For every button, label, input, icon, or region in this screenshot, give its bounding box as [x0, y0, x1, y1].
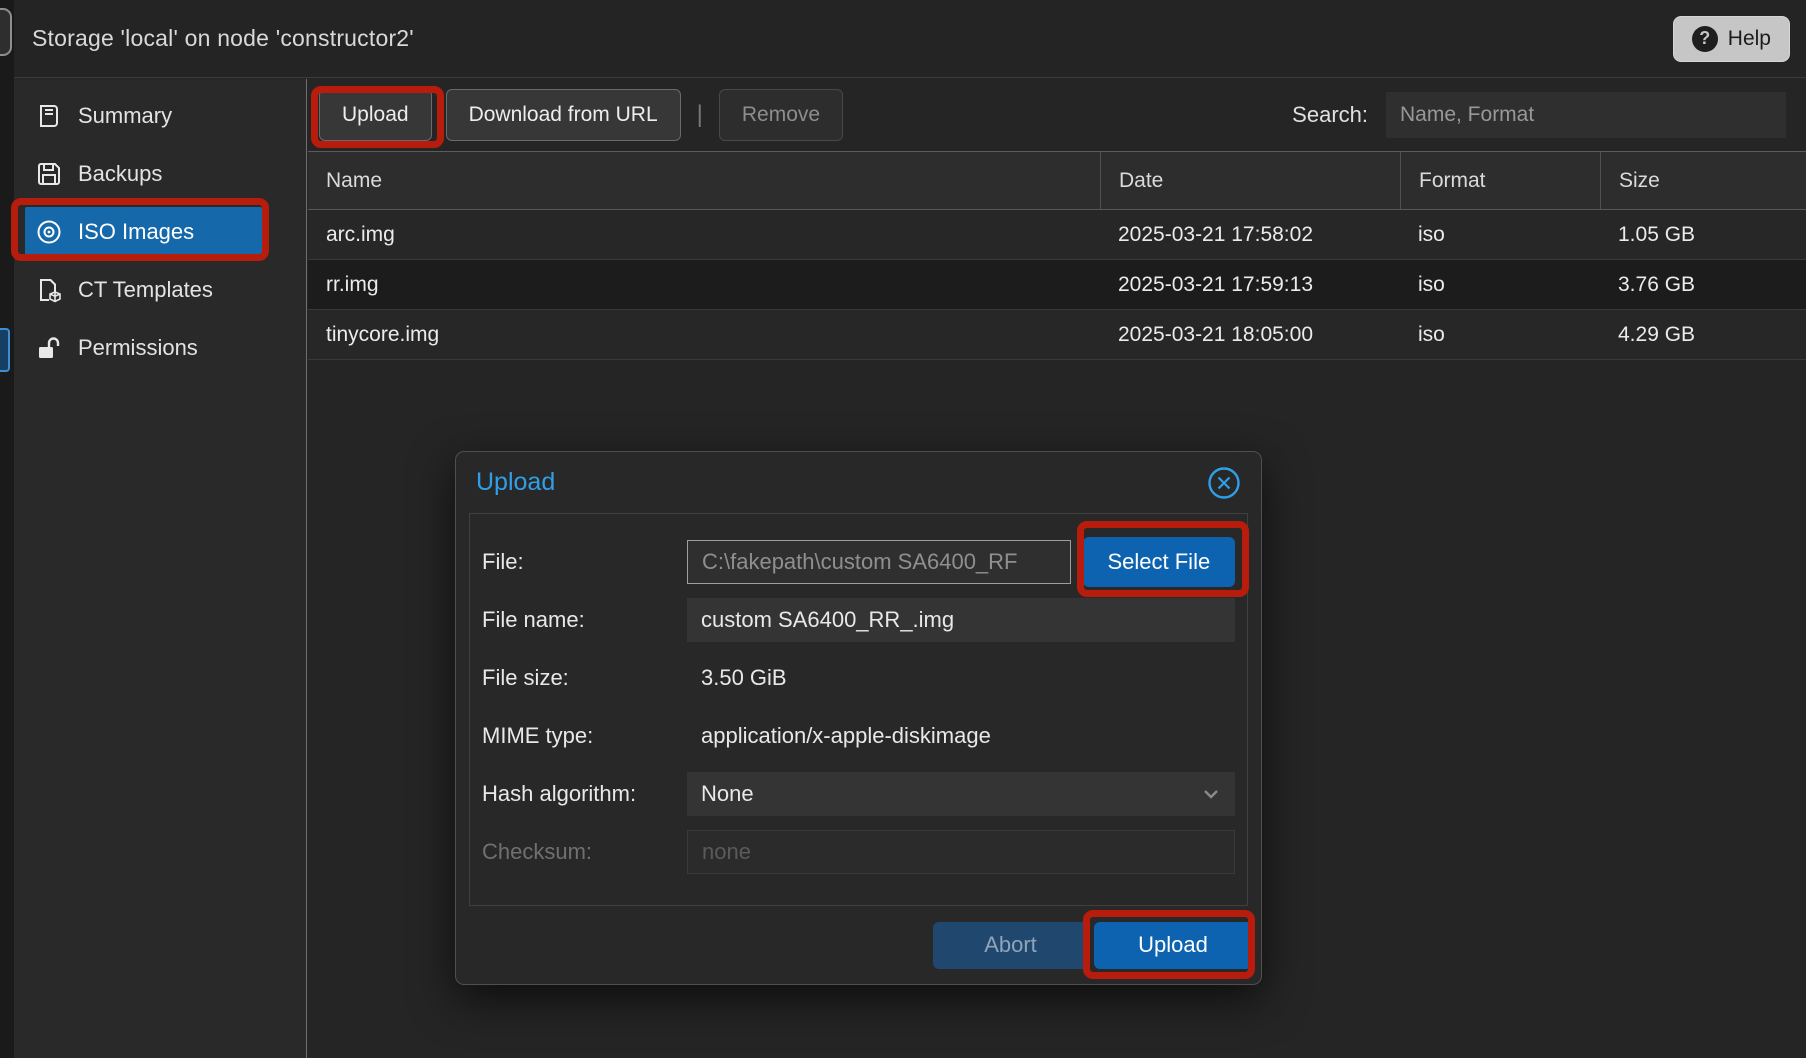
chevron-down-icon	[1201, 784, 1221, 804]
dialog-title: Upload	[476, 468, 555, 497]
remove-button: Remove	[719, 89, 843, 141]
hidden-tree-selection-fragment	[0, 328, 10, 372]
floppy-icon	[35, 160, 63, 188]
filename-label: File name:	[482, 607, 687, 633]
collapsed-panel-strip	[0, 0, 14, 1058]
hash-selected-value: None	[701, 781, 754, 807]
book-icon	[35, 102, 63, 130]
file-row: File: Select File	[482, 540, 1235, 584]
cd-icon	[35, 218, 63, 246]
hash-algorithm-select[interactable]: None	[687, 772, 1235, 816]
cell-name: tinycore.img	[308, 323, 1100, 347]
help-button-label: Help	[1728, 27, 1771, 51]
column-header-format[interactable]: Format	[1400, 152, 1600, 209]
storage-sidebar: Summary Backups ISO Images CT Templates …	[14, 79, 307, 1058]
search-input[interactable]	[1386, 92, 1786, 138]
mime-value: application/x-apple-diskimage	[687, 723, 991, 749]
titlebar: Storage 'local' on node 'constructor2' ?…	[14, 0, 1806, 78]
table-row[interactable]: tinycore.img 2025-03-21 18:05:00 iso 4.2…	[308, 310, 1806, 360]
upload-dialog-footer: Abort Upload	[456, 906, 1261, 984]
sidebar-item-permissions[interactable]: Permissions	[25, 323, 262, 373]
close-icon[interactable]	[1207, 466, 1241, 500]
select-file-button[interactable]: Select File	[1083, 537, 1235, 587]
cell-size: 1.05 GB	[1600, 223, 1806, 247]
filesize-row: File size: 3.50 GiB	[482, 656, 1235, 700]
page-title: Storage 'local' on node 'constructor2'	[32, 25, 414, 52]
cell-date: 2025-03-21 17:59:13	[1100, 273, 1400, 297]
sidebar-item-summary[interactable]: Summary	[25, 91, 262, 141]
upload-dialog: Upload File: Select File File name: File…	[455, 451, 1262, 985]
sidebar-item-label: Backups	[78, 161, 162, 187]
table-header: Name Date Format Size	[308, 152, 1806, 210]
checksum-input	[687, 830, 1235, 874]
cell-size: 3.76 GB	[1600, 273, 1806, 297]
filename-input[interactable]	[687, 598, 1235, 642]
hidden-panel-tab	[0, 8, 12, 56]
filesize-label: File size:	[482, 665, 687, 691]
cell-format: iso	[1400, 223, 1600, 247]
cell-size: 4.29 GB	[1600, 323, 1806, 347]
abort-button: Abort	[933, 922, 1088, 969]
cell-format: iso	[1400, 323, 1600, 347]
sidebar-item-label: ISO Images	[78, 219, 194, 245]
cell-date: 2025-03-21 17:58:02	[1100, 223, 1400, 247]
question-circle-icon: ?	[1692, 26, 1718, 52]
column-header-date[interactable]: Date	[1100, 152, 1400, 209]
download-from-url-button[interactable]: Download from URL	[446, 89, 681, 141]
toolbar-separator: |	[697, 101, 703, 129]
mime-label: MIME type:	[482, 723, 687, 749]
cell-format: iso	[1400, 273, 1600, 297]
hash-label: Hash algorithm:	[482, 781, 687, 807]
file-path-input[interactable]	[687, 540, 1071, 584]
file-cube-icon	[35, 276, 63, 304]
sidebar-item-label: Summary	[78, 103, 172, 129]
filesize-value: 3.50 GiB	[687, 665, 787, 691]
sidebar-item-label: CT Templates	[78, 277, 213, 303]
upload-dialog-header[interactable]: Upload	[456, 452, 1261, 513]
column-header-name[interactable]: Name	[308, 152, 1100, 209]
dialog-upload-button[interactable]: Upload	[1094, 922, 1252, 969]
cell-name: rr.img	[308, 273, 1100, 297]
help-button[interactable]: ? Help	[1673, 16, 1790, 62]
toolbar: Upload Download from URL | Remove Search…	[308, 79, 1806, 152]
column-header-size[interactable]: Size	[1600, 152, 1806, 209]
checksum-label: Checksum:	[482, 839, 687, 865]
mime-row: MIME type: application/x-apple-diskimage	[482, 714, 1235, 758]
cell-name: arc.img	[308, 223, 1100, 247]
cell-date: 2025-03-21 18:05:00	[1100, 323, 1400, 347]
sidebar-item-backups[interactable]: Backups	[25, 149, 262, 199]
upload-button[interactable]: Upload	[319, 89, 432, 141]
table-row[interactable]: arc.img 2025-03-21 17:58:02 iso 1.05 GB	[308, 210, 1806, 260]
search-label: Search:	[1292, 102, 1368, 128]
unlock-icon	[35, 334, 63, 362]
upload-dialog-body: File: Select File File name: File size: …	[469, 513, 1248, 906]
sidebar-item-ct-templates[interactable]: CT Templates	[25, 265, 262, 315]
sidebar-item-iso-images[interactable]: ISO Images	[25, 207, 262, 257]
search-area: Search:	[1292, 92, 1806, 138]
table-row[interactable]: rr.img 2025-03-21 17:59:13 iso 3.76 GB	[308, 260, 1806, 310]
sidebar-item-label: Permissions	[78, 335, 198, 361]
filename-row: File name:	[482, 598, 1235, 642]
checksum-row: Checksum:	[482, 830, 1235, 874]
hash-row: Hash algorithm: None	[482, 772, 1235, 816]
file-label: File:	[482, 549, 687, 575]
